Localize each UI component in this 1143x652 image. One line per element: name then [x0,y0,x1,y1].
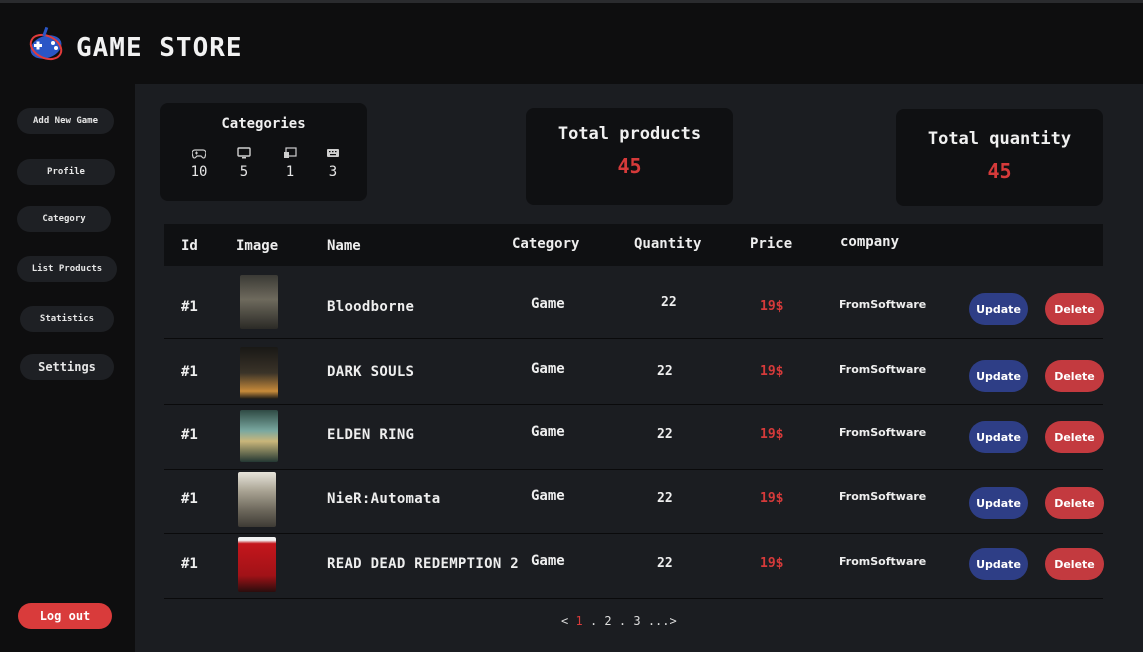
row-category: Game [531,296,565,312]
table-row: #1 Bloodborne Game 22 19$ FromSoftware U… [164,275,1104,339]
sidebar-item-statistics[interactable]: Statistics [20,306,114,332]
total-products-value: 45 [617,154,642,178]
pagination-separator: . [589,614,598,628]
monitor-icon [237,147,251,159]
row-name: DARK SOULS [327,364,415,380]
update-button[interactable]: Update [969,487,1028,519]
pagination-page-1[interactable]: 1 [575,614,582,628]
delete-button[interactable]: Delete [1045,421,1104,453]
row-category: Game [531,361,565,377]
delete-button[interactable]: Delete [1045,548,1104,580]
total-products-card: Total products 45 [526,108,733,205]
sidebar-item-settings[interactable]: Settings [20,354,114,380]
keyboard-icon [327,149,339,157]
row-price: 19$ [760,556,784,571]
category-devices-count: 1 [285,164,295,180]
category-monitors-count: 5 [239,164,249,180]
pagination: < 1 . 2 . 3 ...> [561,614,677,628]
game-cover-image [240,347,278,399]
row-id: #1 [181,299,198,315]
row-name: Bloodborne [327,299,415,315]
row-name: READ DEAD REDEMPTION 2 [327,556,520,572]
row-id: #1 [181,427,198,443]
gamepad-icon [192,149,206,159]
categories-title: Categories [221,116,306,132]
categories-card: Categories 10 5 1 3 [160,103,367,201]
gamepad-logo-icon [29,26,63,61]
sidebar-item-category[interactable]: Category [17,206,111,232]
table-row: #1 READ DEAD REDEMPTION 2 Game 22 19$ Fr… [164,535,1104,599]
game-cover-image [240,275,278,329]
logout-button[interactable]: Log out [18,603,112,629]
update-button[interactable]: Update [969,360,1028,392]
game-cover-image [238,537,276,592]
total-products-title: Total products [557,124,702,144]
row-company: FromSoftware [839,555,927,568]
pagination-page-2[interactable]: 2 [604,614,611,628]
game-cover-image [238,472,276,527]
sidebar-item-profile[interactable]: Profile [17,159,115,185]
categories-grid: 10 5 1 3 [184,147,344,187]
row-category: Game [531,488,565,504]
row-id: #1 [181,556,198,572]
row-category: Game [531,553,565,569]
sidebar: Add New Game Profile Category List Produ… [0,84,135,652]
column-header-name: Name [327,238,361,254]
row-id: #1 [181,364,198,380]
row-company: FromSoftware [839,426,927,439]
table-row: #1 NieR:Automata Game 22 19$ FromSoftwar… [164,470,1104,534]
sidebar-item-add-new-game[interactable]: Add New Game [17,108,114,134]
table-header: Id Image Name Category Quantity Price co… [164,224,1103,266]
category-games[interactable]: 10 [184,147,214,180]
column-header-image: Image [236,238,279,254]
category-keyboards[interactable]: 3 [318,147,348,180]
total-quantity-value: 45 [987,159,1012,183]
app-header: GAME STORE [0,3,1143,84]
category-keyboards-count: 3 [328,164,338,180]
row-name: ELDEN RING [327,427,415,443]
total-quantity-card: Total quantity 45 [896,109,1103,206]
pagination-prev[interactable]: < [561,614,568,628]
game-cover-image [240,410,278,462]
row-quantity: 22 [657,556,673,571]
pagination-separator: . [618,614,627,628]
row-company: FromSoftware [839,490,927,503]
column-header-id: Id [181,238,198,254]
update-button[interactable]: Update [969,293,1028,325]
row-quantity: 22 [657,364,673,379]
column-header-company: company [840,234,900,250]
row-price: 19$ [760,364,784,379]
delete-button[interactable]: Delete [1045,487,1104,519]
pagination-page-3[interactable]: 3 [633,614,640,628]
app-title: GAME STORE [76,33,243,63]
update-button[interactable]: Update [969,421,1028,453]
delete-button[interactable]: Delete [1045,360,1104,392]
devices-icon [284,147,297,158]
row-company: FromSoftware [839,298,927,311]
row-name: NieR:Automata [327,491,441,507]
column-header-price: Price [750,236,793,252]
column-header-quantity: Quantity [634,236,702,252]
pagination-next[interactable]: ...> [648,614,677,628]
row-quantity: 22 [661,295,677,310]
category-devices[interactable]: 1 [275,147,305,180]
row-price: 19$ [760,299,784,314]
sidebar-item-list-products[interactable]: List Products [17,256,117,282]
row-id: #1 [181,491,198,507]
delete-button[interactable]: Delete [1045,293,1104,325]
category-games-count: 10 [190,164,208,180]
column-header-category: Category [512,236,580,252]
table-row: #1 DARK SOULS Game 22 19$ FromSoftware U… [164,341,1104,405]
row-quantity: 22 [657,427,673,442]
row-category: Game [531,424,565,440]
row-price: 19$ [760,427,784,442]
update-button[interactable]: Update [969,548,1028,580]
category-monitors[interactable]: 5 [229,147,259,180]
row-company: FromSoftware [839,363,927,376]
row-quantity: 22 [657,491,673,506]
total-quantity-title: Total quantity [927,129,1072,149]
row-price: 19$ [760,491,784,506]
table-row: #1 ELDEN RING Game 22 19$ FromSoftware U… [164,406,1104,470]
